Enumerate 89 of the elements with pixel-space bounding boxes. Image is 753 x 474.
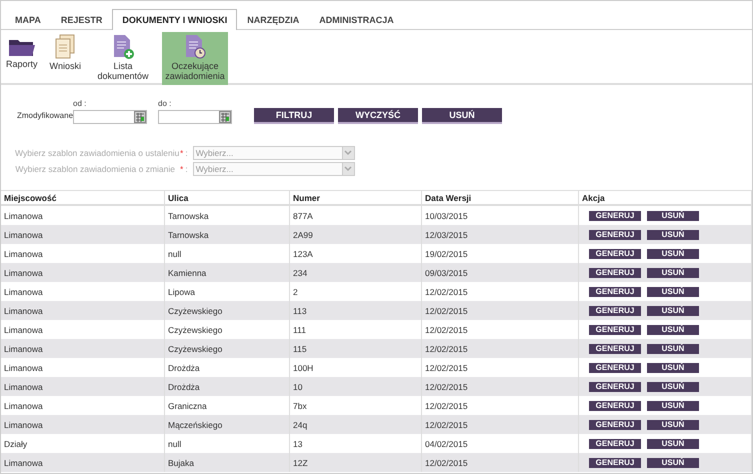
delete-button[interactable]: USUŃ xyxy=(647,268,699,278)
delete-button[interactable]: USUŃ xyxy=(647,420,699,430)
table-cell: Czyżewskiego xyxy=(165,301,290,320)
required-mark: * xyxy=(180,164,184,174)
document-pages-icon xyxy=(53,34,78,60)
generate-button[interactable]: GENERUJ xyxy=(589,324,641,334)
table-cell: 12Z xyxy=(290,453,422,472)
toolbar-button[interactable]: Oczekujące zawiadomienia xyxy=(162,32,228,85)
table-cell: Limanowa xyxy=(1,225,165,244)
action-button[interactable]: FILTRUJ xyxy=(254,108,334,124)
calendar-icon xyxy=(219,111,231,123)
generate-button[interactable]: GENERUJ xyxy=(589,268,641,278)
delete-button[interactable]: USUŃ xyxy=(647,324,699,334)
column-header: Akcja xyxy=(579,190,752,206)
table-cell: Kamienna xyxy=(165,263,290,282)
table-cell: Limanowa xyxy=(1,453,165,472)
column-header: Numer xyxy=(290,190,422,206)
document-add-icon xyxy=(111,34,136,60)
generate-button[interactable]: GENERUJ xyxy=(589,458,641,468)
column-header: Ulica xyxy=(165,190,290,206)
nav-tab[interactable]: NARZĘDZIA xyxy=(237,9,310,30)
delete-button[interactable]: USUŃ xyxy=(647,230,699,240)
table-cell: Drożdża xyxy=(165,377,290,396)
generate-button[interactable]: GENERUJ xyxy=(589,400,641,410)
table-cell: Mączeńskiego xyxy=(165,415,290,434)
table-cell: 09/03/2015 xyxy=(422,263,579,282)
generate-button[interactable]: GENERUJ xyxy=(589,382,641,392)
table-cell: 24q xyxy=(290,415,422,434)
action-button[interactable]: USUŃ xyxy=(422,108,502,124)
nav-tab[interactable]: REJESTR xyxy=(50,9,112,30)
table-cell: Czyżewskiego xyxy=(165,339,290,358)
delete-button[interactable]: USUŃ xyxy=(647,382,699,392)
table-cell: Tarnowska xyxy=(165,225,290,244)
generate-button[interactable]: GENERUJ xyxy=(589,420,641,430)
document-clock-icon xyxy=(183,34,208,60)
delete-button[interactable]: USUŃ xyxy=(647,286,699,296)
delete-button[interactable]: USUŃ xyxy=(647,344,699,354)
delete-button[interactable]: USUŃ xyxy=(647,306,699,316)
toolbar-button[interactable]: Wnioski xyxy=(46,32,84,85)
delete-button[interactable]: USUŃ xyxy=(647,210,699,220)
table-cell: Limanowa xyxy=(1,415,165,434)
generate-button[interactable]: GENERUJ xyxy=(589,344,641,354)
delete-button[interactable]: USUŃ xyxy=(647,400,699,410)
table-cell: 12/02/2015 xyxy=(422,339,579,358)
date-field[interactable] xyxy=(73,110,147,124)
delete-button[interactable]: USUŃ xyxy=(647,458,699,468)
table-cell: 12/03/2015 xyxy=(422,225,579,244)
table-cell: 12/02/2015 xyxy=(422,453,579,472)
table-cell: Limanowa xyxy=(1,339,165,358)
chevron-down-icon xyxy=(344,150,352,156)
table-cell: 115 xyxy=(290,339,422,358)
label-colon: : xyxy=(185,164,188,174)
table-cell: 2A99 xyxy=(290,225,422,244)
toolbar-button[interactable]: Raporty xyxy=(3,32,41,85)
required-mark: * xyxy=(180,148,184,158)
table-cell: 12/02/2015 xyxy=(422,377,579,396)
label-colon: : xyxy=(185,148,188,158)
chevron-down-icon xyxy=(344,166,352,172)
generate-button[interactable]: GENERUJ xyxy=(589,438,641,448)
table-cell: Limanowa xyxy=(1,263,165,282)
generate-button[interactable]: GENERUJ xyxy=(589,286,641,296)
generate-button[interactable]: GENERUJ xyxy=(589,248,641,258)
table-cell: Limanowa xyxy=(1,377,165,396)
nav-tab[interactable]: MAPA xyxy=(5,9,51,30)
column-header: Miejscowość xyxy=(1,190,165,206)
generate-button[interactable]: GENERUJ xyxy=(589,306,641,316)
table-cell: 113 xyxy=(290,301,422,320)
generate-button[interactable]: GENERUJ xyxy=(589,362,641,372)
table-cell: 12/02/2015 xyxy=(422,301,579,320)
column-header: Data Wersji xyxy=(422,190,579,206)
generate-button[interactable]: GENERUJ xyxy=(589,210,641,220)
action-button[interactable]: WYCZYŚĆ xyxy=(338,108,418,124)
date-label: do : xyxy=(158,99,172,108)
nav-tab[interactable]: DOKUMENTY I WNIOSKI xyxy=(112,9,238,30)
nav-tab[interactable]: ADMINISTRACJA xyxy=(309,9,404,30)
generate-button[interactable]: GENERUJ xyxy=(589,230,641,240)
table-cell: 234 xyxy=(290,263,422,282)
table-cell: Limanowa xyxy=(1,301,165,320)
toolbar-button[interactable]: Lista dokumentów xyxy=(90,32,156,85)
calendar-icon xyxy=(134,111,146,123)
delete-button[interactable]: USUŃ xyxy=(647,362,699,372)
date-field[interactable] xyxy=(158,110,232,124)
template-label: Wybierz szablon zawiadomienia o zmianie xyxy=(15,164,175,174)
delete-button[interactable]: USUŃ xyxy=(647,438,699,448)
table-cell: 10 xyxy=(290,377,422,396)
delete-button[interactable]: USUŃ xyxy=(647,248,699,258)
table-cell: 12/02/2015 xyxy=(422,415,579,434)
table-cell: Bujaka xyxy=(165,453,290,472)
date-label: od : xyxy=(73,99,88,108)
